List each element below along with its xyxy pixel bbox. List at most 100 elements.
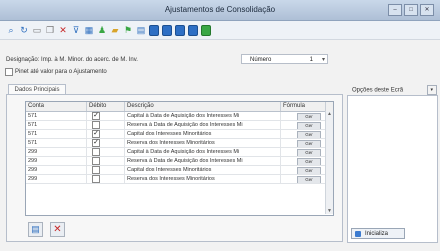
initialize-button[interactable]: Inicializa	[351, 228, 405, 239]
chevron-down-icon[interactable]: ▾	[322, 55, 325, 65]
adjust-checkbox-row[interactable]: Pinet até valor para o Ajustamento	[5, 68, 107, 76]
formula-button[interactable]: Ger	[297, 149, 321, 156]
remove-row-button[interactable]: ✕	[50, 222, 65, 237]
maximize-button[interactable]: □	[404, 4, 418, 16]
cell-formula: Ger	[281, 139, 326, 147]
filter-icon[interactable]: ⊽	[71, 25, 81, 35]
cell-descricao[interactable]: Capital à Data de Aquisição dos Interess…	[125, 148, 281, 156]
formula-button[interactable]: Ger	[297, 131, 321, 138]
table-row[interactable]: 571 ✓ Reserva dos Interesses Minoritários G…	[26, 139, 326, 148]
cell-descricao[interactable]: Reserva dos Interesses Minoritários	[125, 175, 281, 183]
blue-square-icon[interactable]	[175, 24, 185, 36]
users-icon[interactable]: ♟	[97, 25, 107, 35]
options-panel	[347, 95, 438, 243]
accounts-grid: Conta Débito Descrição Fórmula 571 ✓ Capit…	[25, 101, 334, 216]
cell-descricao[interactable]: Reserva à Data de Aquisição dos Interess…	[125, 121, 281, 129]
cell-descricao[interactable]: Reserva à Data de Aquisição dos Interess…	[125, 157, 281, 165]
formula-button[interactable]: Ger	[297, 158, 321, 165]
delete-icon: ✕	[53, 224, 62, 235]
column-header-descricao[interactable]: Descrição	[125, 102, 281, 111]
debit-checkbox[interactable]	[92, 121, 100, 129]
debit-checkbox[interactable]: ✓	[92, 139, 100, 147]
cell-descricao[interactable]: Capital dos Interesses Minoritários	[125, 130, 281, 138]
grid-header: Conta Débito Descrição Fórmula	[26, 102, 333, 112]
designation-label: Designação:	[6, 57, 40, 63]
document-icon: ▤	[31, 224, 40, 234]
options-label: Opções deste Ecrã	[352, 87, 404, 94]
formula-button[interactable]: Ger	[297, 140, 321, 147]
number-label: Número	[250, 57, 272, 63]
new-icon[interactable]: ▭	[32, 25, 42, 35]
cell-debito	[87, 175, 125, 183]
debit-checkbox[interactable]	[92, 157, 100, 165]
cell-formula: Ger	[281, 130, 326, 138]
table-row[interactable]: 571 ✓ Capital dos Interesses Minoritários G…	[26, 130, 326, 139]
blue-square-icon[interactable]	[162, 24, 172, 36]
table-row[interactable]: 299 Reserva dos Interesses Minoritários Ge…	[26, 175, 326, 184]
cell-conta[interactable]: 299	[26, 166, 87, 174]
cell-formula: Ger	[281, 148, 326, 156]
column-header-conta[interactable]: Conta	[26, 102, 87, 111]
green-square-icon[interactable]	[201, 24, 211, 36]
cell-formula: Ger	[281, 112, 326, 120]
cell-conta[interactable]: 571	[26, 130, 87, 138]
number-select[interactable]: Número 1 ▾	[241, 54, 328, 64]
cell-debito	[87, 157, 125, 165]
export-button[interactable]: ▤	[28, 222, 43, 237]
minimize-button[interactable]: –	[388, 4, 402, 16]
copy-icon[interactable]: ❐	[45, 25, 55, 35]
cell-descricao[interactable]: Reserva dos Interesses Minoritários	[125, 139, 281, 147]
debit-checkbox[interactable]	[92, 175, 100, 183]
debit-checkbox[interactable]	[92, 166, 100, 174]
cell-descricao[interactable]: Capital à Data de Aquisição dos Interess…	[125, 112, 281, 120]
formula-button[interactable]: Ger	[297, 113, 321, 120]
cell-conta[interactable]: 299	[26, 148, 87, 156]
scroll-down-icon[interactable]: ▼	[327, 208, 332, 214]
cell-conta[interactable]: 571	[26, 112, 87, 120]
search-icon[interactable]: ⌕	[6, 25, 16, 35]
folder-icon[interactable]: ▰	[110, 25, 120, 35]
table-row[interactable]: 571 Reserva à Data de Aquisição dos Inter…	[26, 121, 326, 130]
table-row[interactable]: 299 Capital à Data de Aquisição dos Inter…	[26, 148, 326, 157]
initialize-button-label: Inicializa	[365, 231, 389, 237]
close-button[interactable]: ✕	[420, 4, 434, 16]
app-window: Ajustamentos de Consolidação – □ ✕ ⌕ ↻ ▭…	[0, 0, 440, 251]
title-bar: Ajustamentos de Consolidação – □ ✕	[0, 0, 440, 21]
cell-formula: Ger	[281, 175, 326, 183]
scroll-up-icon[interactable]: ▲	[327, 111, 332, 117]
cell-conta[interactable]: 571	[26, 139, 87, 147]
cell-descricao[interactable]: Capital dos Interesses Minoritários	[125, 166, 281, 174]
flag-icon[interactable]: ⚑	[123, 25, 133, 35]
cell-debito: ✓	[87, 130, 125, 138]
debit-checkbox[interactable]: ✓	[92, 130, 100, 138]
formula-button[interactable]: Ger	[297, 122, 321, 129]
cell-formula: Ger	[281, 157, 326, 165]
window-title: Ajustamentos de Consolidação	[164, 5, 276, 14]
debit-checkbox[interactable]: ✓	[92, 112, 100, 120]
cell-conta[interactable]: 571	[26, 121, 87, 129]
table-row[interactable]: 299 Capital dos Interesses Minoritários Ge…	[26, 166, 326, 175]
table-row[interactable]: 299 Reserva à Data de Aquisição dos Inter…	[26, 157, 326, 166]
refresh-icon[interactable]: ↻	[19, 25, 29, 35]
column-header-debito[interactable]: Débito	[87, 102, 125, 111]
grid-icon[interactable]: ▤	[136, 25, 146, 35]
column-header-formula[interactable]: Fórmula	[281, 102, 326, 111]
chart-icon[interactable]: ▦	[84, 25, 94, 35]
formula-button[interactable]: Ger	[297, 176, 321, 183]
debit-checkbox[interactable]	[92, 148, 100, 156]
cell-conta[interactable]: 299	[26, 157, 87, 165]
adjust-checkbox[interactable]	[5, 68, 13, 76]
chevron-down-icon[interactable]: ▾	[426, 85, 437, 95]
cell-conta[interactable]: 299	[26, 175, 87, 183]
designation-field[interactable]: Imp. à M. Minor. do acerc. de M. Inv.	[41, 57, 138, 63]
delete-icon[interactable]: ✕	[58, 25, 68, 35]
grid-scrollbar[interactable]: ▲ ▼	[325, 111, 333, 214]
number-value: 1	[309, 57, 313, 63]
toolbar: ⌕ ↻ ▭ ❐ ✕ ⊽ ▦ ♟ ▰ ⚑ ▤	[0, 21, 440, 40]
blue-square-icon[interactable]	[188, 24, 198, 36]
cell-debito: ✓	[87, 139, 125, 147]
formula-button[interactable]: Ger	[297, 167, 321, 174]
cell-debito	[87, 166, 125, 174]
table-row[interactable]: 571 ✓ Capital à Data de Aquisição dos Inte…	[26, 112, 326, 121]
blue-square-icon[interactable]	[149, 24, 159, 36]
